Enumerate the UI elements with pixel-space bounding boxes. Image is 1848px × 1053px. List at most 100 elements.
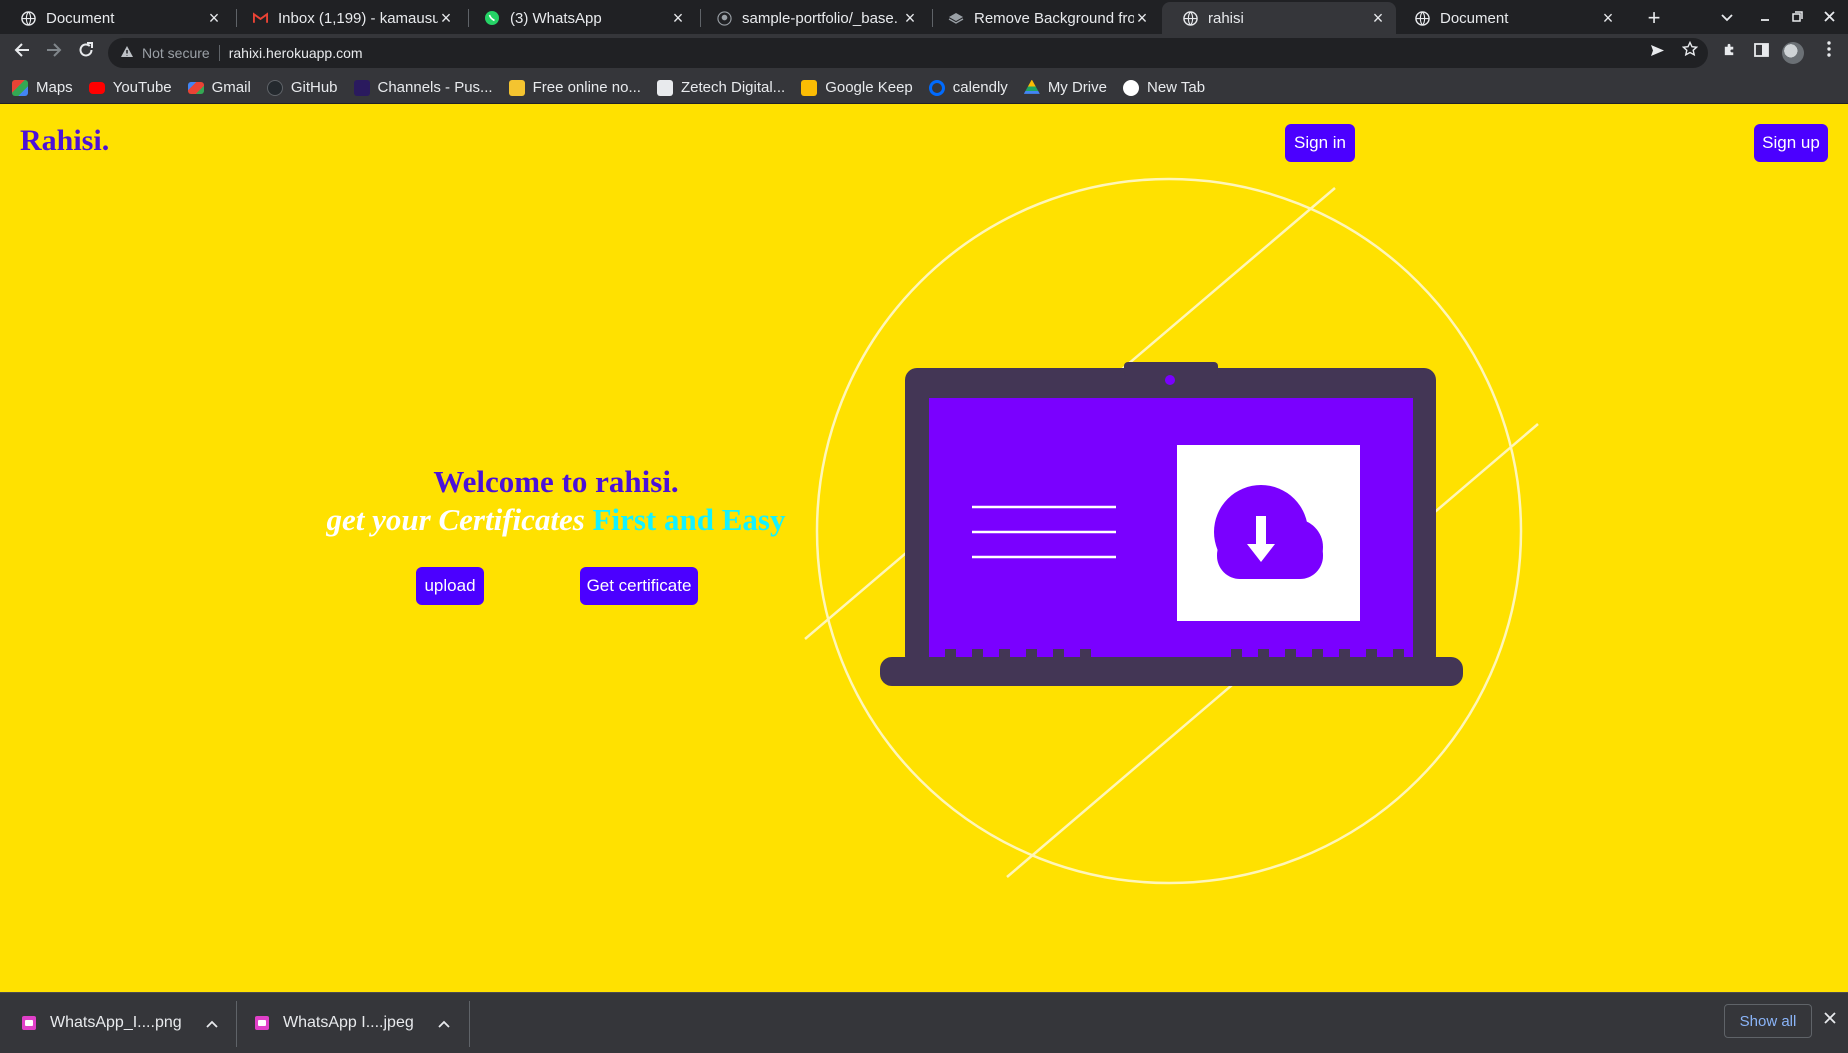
tab-github[interactable]: sample-portfolio/_base. × [696, 2, 928, 34]
tab-gmail[interactable]: Inbox (1,199) - kamausuz × [232, 2, 464, 34]
close-window-icon[interactable] [1814, 4, 1844, 32]
tab-title: Document [46, 9, 115, 27]
bookmarks-bar: Maps YouTube Gmail GitHub Channels - Pus… [0, 72, 1848, 104]
bookmark-label: GitHub [290, 79, 338, 96]
laptop-camera-bump [1124, 362, 1218, 376]
divider [236, 1001, 237, 1047]
browser-toolbar: Not secure rahixi.herokuapp.com [0, 34, 1848, 72]
show-all-button[interactable]: Show all [1724, 1004, 1812, 1038]
tab-document-1[interactable]: Document × [0, 2, 232, 34]
bookmark-zetech[interactable]: Zetech Digital... [656, 79, 785, 96]
close-icon[interactable]: × [1370, 8, 1386, 29]
bookmark-label: Gmail [211, 79, 251, 96]
download-filename: WhatsApp I....jpeg [283, 1014, 414, 1031]
youtube-icon [88, 81, 105, 94]
profile-avatar[interactable] [1782, 42, 1804, 64]
bookmark-channels[interactable]: Channels - Pus... [353, 79, 493, 96]
bookmark-youtube[interactable]: YouTube [88, 79, 172, 96]
tab-rahisi[interactable]: rahisi × [1162, 2, 1396, 34]
github-icon [266, 79, 283, 96]
warning-icon[interactable] [120, 45, 134, 61]
download-item[interactable]: WhatsApp_I....png [22, 993, 218, 1053]
close-icon[interactable]: × [1134, 8, 1150, 29]
webcam-dot [1165, 375, 1175, 385]
image-file-icon [22, 1016, 36, 1030]
tab-title: rahisi [1208, 9, 1244, 27]
bookmark-free-online[interactable]: Free online no... [508, 79, 641, 96]
close-icon[interactable]: × [206, 8, 222, 29]
signin-button[interactable]: Sign in [1285, 124, 1355, 162]
minimize-icon[interactable] [1750, 4, 1780, 32]
bookmark-label: Channels - Pus... [377, 79, 493, 96]
download-bar: WhatsApp_I....png WhatsApp I....jpeg Sho… [0, 992, 1848, 1053]
tab-search-icon[interactable] [1712, 4, 1742, 32]
get-certificate-button[interactable]: Get certificate [580, 567, 698, 605]
side-panel-icon[interactable] [1748, 40, 1774, 66]
notepad-icon [508, 79, 525, 96]
tab-title: (3) WhatsApp [510, 9, 602, 27]
new-tab-icon[interactable]: + [1640, 4, 1668, 32]
close-icon[interactable]: × [1600, 8, 1616, 29]
bookmark-label: My Drive [1047, 79, 1107, 96]
tab-title: Document [1440, 9, 1509, 27]
forward-icon[interactable] [40, 39, 68, 67]
maps-icon [12, 79, 28, 96]
laptop-base [880, 657, 1463, 686]
restore-icon[interactable] [1782, 4, 1812, 32]
tab-title: Inbox (1,199) - kamausuz [278, 9, 438, 27]
chevron-up-icon[interactable] [438, 1015, 450, 1031]
tab-remove-background[interactable]: Remove Background fro × [928, 2, 1160, 34]
send-tab-icon[interactable] [1645, 39, 1669, 67]
globe-icon [1414, 10, 1430, 26]
bookmark-gmail[interactable]: Gmail [187, 79, 251, 96]
gmail-icon [187, 81, 204, 94]
close-icon[interactable] [1820, 1007, 1840, 1030]
bookmark-github[interactable]: GitHub [266, 79, 338, 96]
layers-icon [948, 10, 964, 26]
laptop-illustration [804, 177, 1539, 885]
bookmark-label: YouTube [112, 79, 172, 96]
divider [469, 1001, 470, 1047]
gmail-icon [252, 10, 268, 26]
bookmark-maps[interactable]: Maps [12, 79, 73, 96]
bookmark-star-icon[interactable] [1678, 39, 1702, 67]
hero-subtitle-part-2: First and Easy [592, 502, 786, 537]
site-logo[interactable]: Rahisi. [20, 124, 109, 158]
page-content: Rahisi. Sign in Sign up Welcome to rahis… [0, 104, 1848, 992]
new-tab-circle-icon [1122, 79, 1139, 96]
divider [218, 45, 220, 61]
close-icon[interactable]: × [670, 8, 686, 29]
bookmark-my-drive[interactable]: My Drive [1023, 79, 1107, 96]
upload-button[interactable]: upload [416, 567, 484, 605]
bookmark-label: Free online no... [532, 79, 641, 96]
bookmark-label: Maps [36, 79, 73, 96]
bookmark-label: New Tab [1146, 79, 1206, 96]
address-bar[interactable]: Not secure rahixi.herokuapp.com [108, 38, 1708, 68]
tab-strip: Document × Inbox (1,199) - kamausuz × (3… [0, 0, 1848, 34]
signup-button[interactable]: Sign up [1754, 124, 1828, 162]
hero-subtitle-part-1: get your Certificates [326, 502, 585, 537]
pusher-icon [353, 79, 370, 96]
chevron-up-icon[interactable] [206, 1015, 218, 1031]
tab-document-2[interactable]: Document × [1394, 2, 1626, 34]
whatsapp-icon [484, 10, 500, 26]
bookmark-calendly[interactable]: calendly [928, 79, 1008, 96]
extensions-icon[interactable] [1716, 40, 1742, 66]
calendly-icon [928, 79, 945, 96]
menu-icon[interactable] [1816, 40, 1842, 66]
hero-subtitle: get your Certificates First and Easy [250, 502, 862, 538]
bookmark-new-tab[interactable]: New Tab [1122, 79, 1206, 96]
reload-icon[interactable] [72, 39, 100, 67]
tab-title: Remove Background fro [974, 9, 1134, 27]
close-icon[interactable]: × [902, 8, 918, 29]
bookmark-google-keep[interactable]: Google Keep [801, 79, 913, 96]
globe-icon [20, 10, 36, 26]
tab-title: sample-portfolio/_base. [742, 9, 898, 27]
download-item[interactable]: WhatsApp I....jpeg [255, 993, 450, 1053]
back-icon[interactable] [8, 39, 36, 67]
url-text[interactable]: rahixi.herokuapp.com [229, 45, 363, 61]
close-icon[interactable]: × [438, 8, 454, 29]
security-status[interactable]: Not secure [142, 45, 210, 61]
tab-whatsapp[interactable]: (3) WhatsApp × [464, 2, 696, 34]
hero-title: Welcome to rahisi. [433, 464, 679, 499]
